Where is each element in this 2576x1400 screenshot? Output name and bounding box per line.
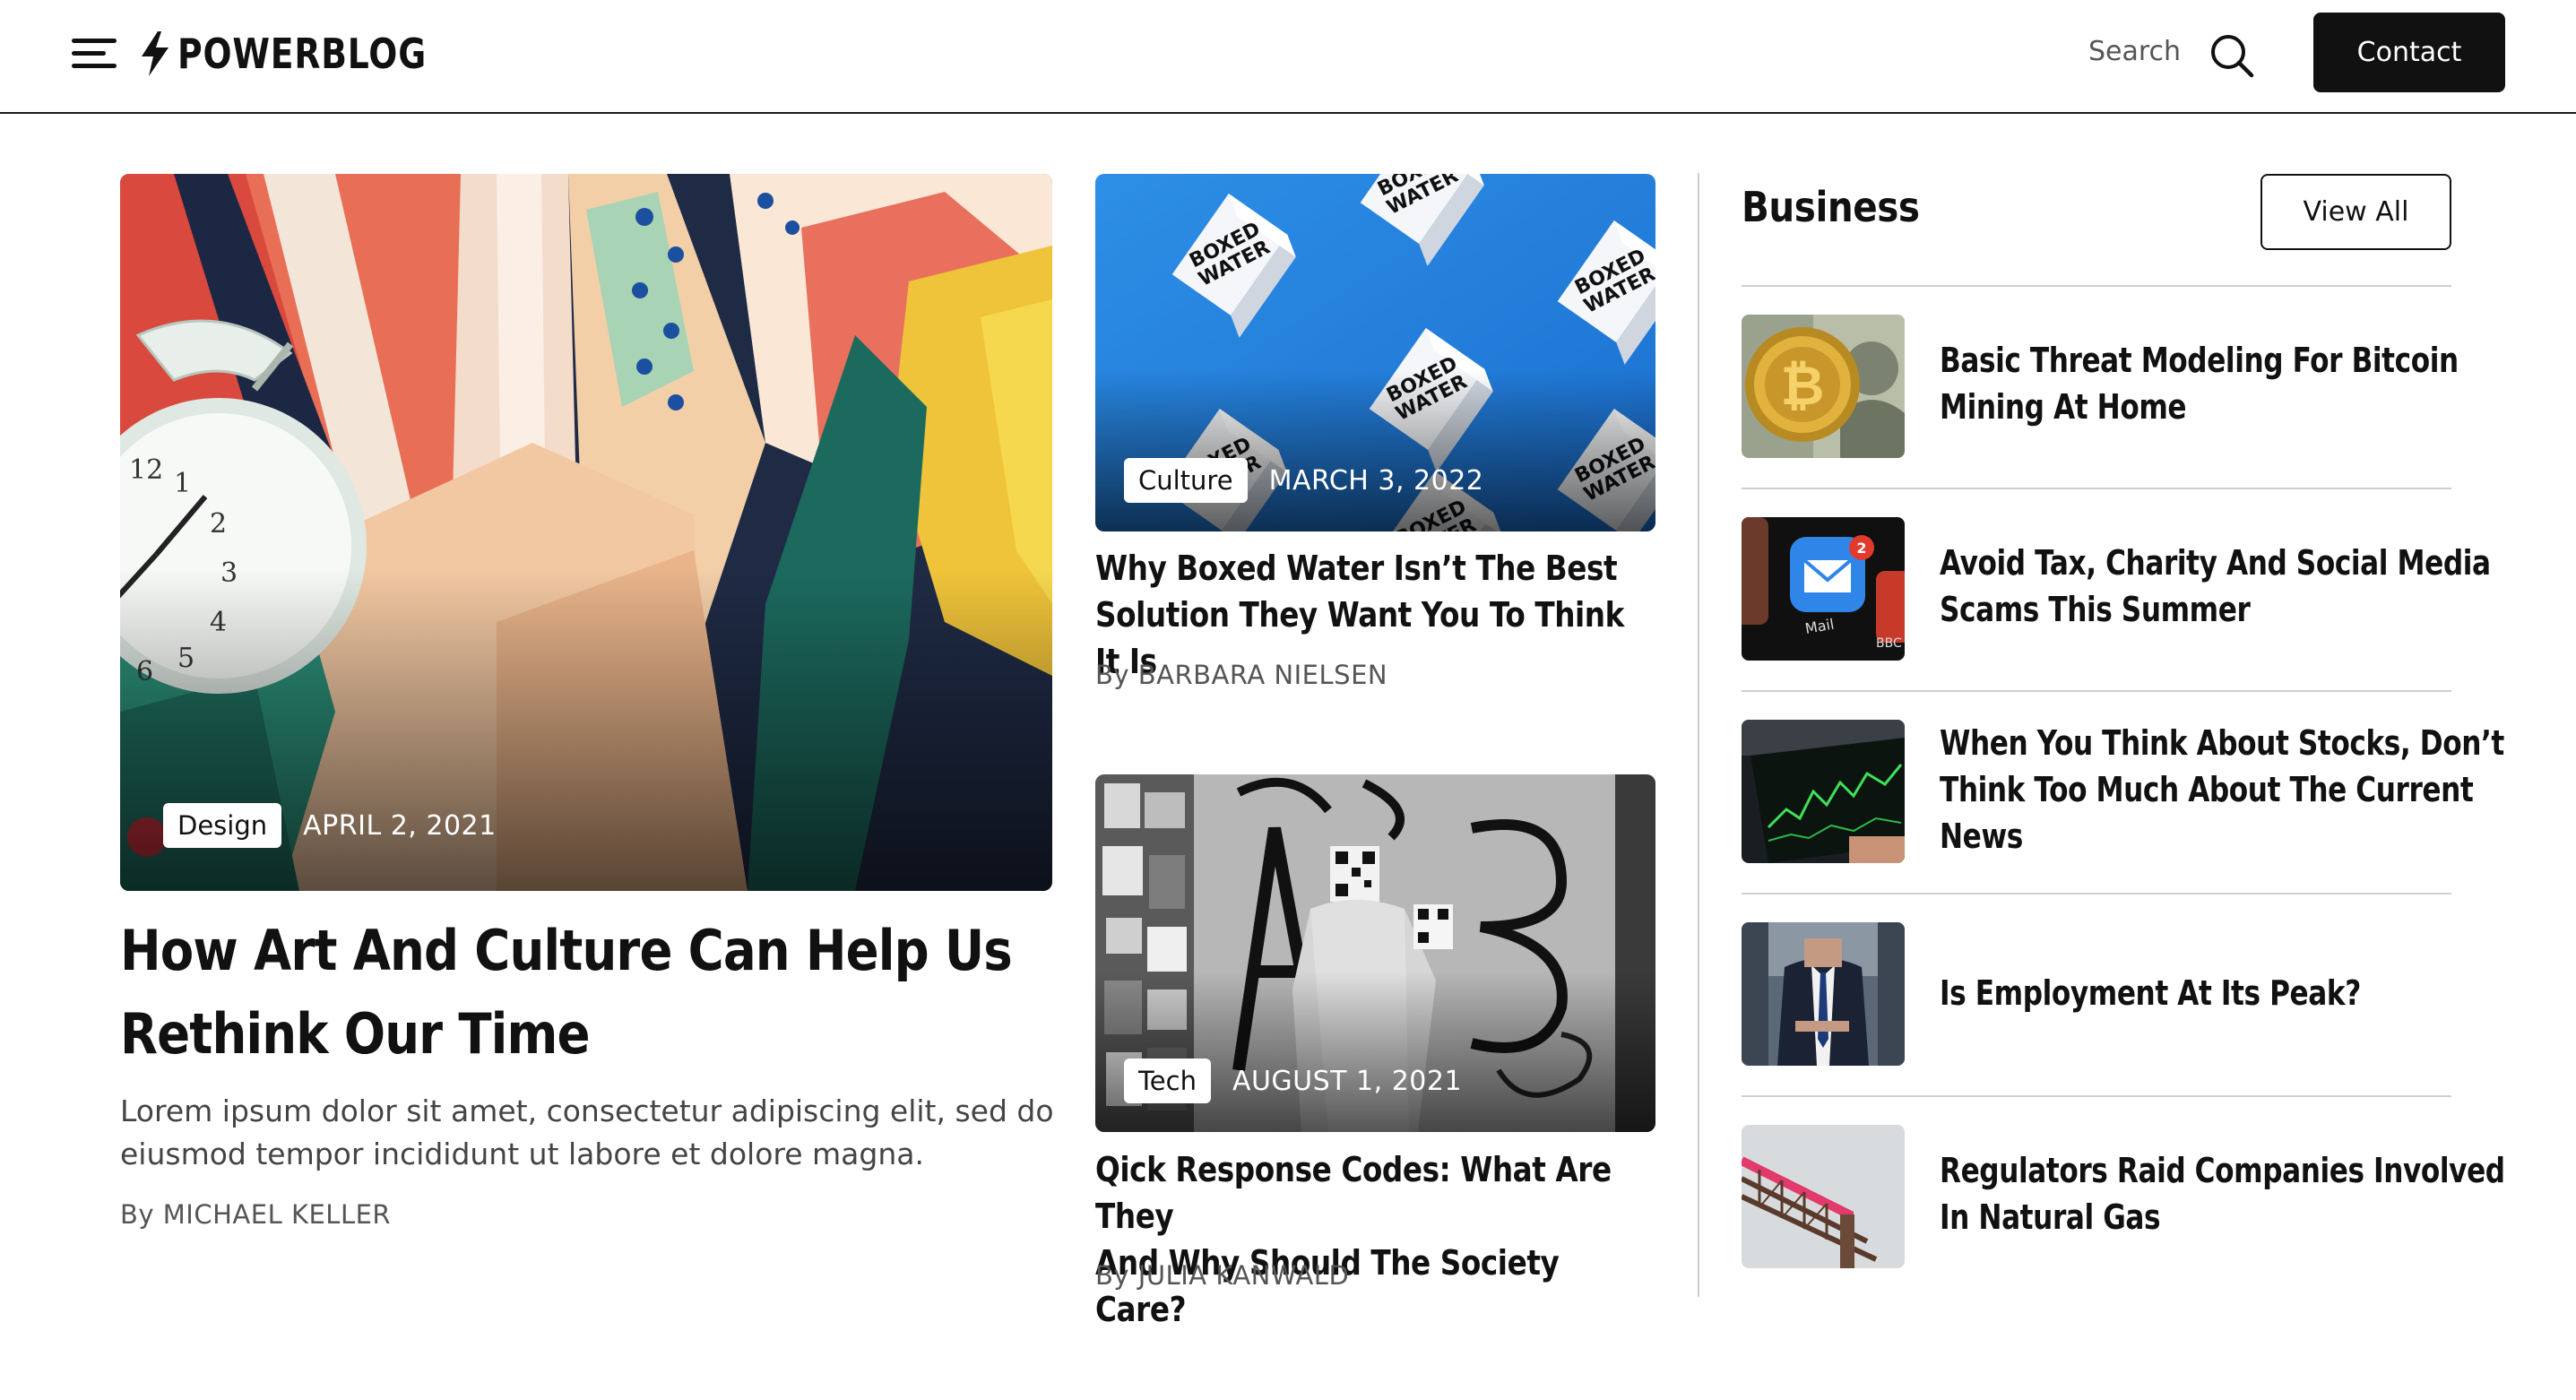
- contact-button[interactable]: Contact: [2313, 13, 2505, 92]
- hamburger-menu-icon[interactable]: [72, 36, 118, 72]
- excerpt-line: eiusmod tempor incididunt ut labore et d…: [120, 1136, 924, 1171]
- mail-app-image: 2 Mail BBC: [1742, 517, 1905, 661]
- brand-name: POWERBLOG: [177, 30, 427, 78]
- featured-article-meta: Design APRIL 2, 2021: [163, 803, 497, 848]
- author-link[interactable]: MICHAEL KELLER: [163, 1199, 391, 1230]
- featured-article-image[interactable]: 12 1 2 3 4 5 6 Design APRIL 2, 2021: [120, 174, 1052, 891]
- business-list-item[interactable]: ₿ Basic Threat Modeling For Bitcoin Mini…: [1742, 315, 2459, 458]
- category-tag[interactable]: Tech: [1124, 1059, 1211, 1103]
- author-link[interactable]: JULIA KANWALD: [1138, 1260, 1350, 1291]
- article-date: AUGUST 1, 2021: [1232, 1065, 1463, 1097]
- title-line: Mining At Home: [1940, 387, 2187, 427]
- author-link[interactable]: BARBARA NIELSEN: [1138, 660, 1387, 690]
- bitcoin-coin-image: ₿: [1742, 315, 1905, 458]
- svg-text:12: 12: [129, 454, 163, 486]
- view-all-button[interactable]: View All: [2260, 174, 2451, 250]
- title-line: Avoid Tax, Charity And Social Media: [1940, 543, 2491, 583]
- article-byline: By JULIA KANWALD: [1095, 1260, 1349, 1291]
- article-image-qr-code[interactable]: Tech AUGUST 1, 2021: [1095, 774, 1655, 1132]
- featured-article-title[interactable]: How Art And Culture Can Help Us Rethink …: [120, 909, 1067, 1076]
- title-line: Qick Response Codes: What Are They: [1095, 1150, 1612, 1236]
- title-line: When You Think About Stocks, Don’t: [1940, 723, 2504, 763]
- title-line: Is Employment At Its Peak?: [1940, 973, 2361, 1013]
- section-heading-business: Business: [1742, 183, 1920, 231]
- svg-text:2: 2: [1856, 540, 1866, 557]
- separator: [1742, 285, 2451, 287]
- title-line: How Art And Culture Can Help Us: [120, 918, 1013, 983]
- title-line: News: [1940, 817, 2023, 856]
- separator: [1742, 690, 2451, 692]
- column-divider: [1698, 173, 1699, 1297]
- businessman-image: [1742, 922, 1905, 1066]
- article-image-boxed-water[interactable]: BOXED WATER Culture MARCH 3, 2022: [1095, 174, 1655, 531]
- lightning-bolt-icon: [142, 31, 169, 76]
- search-label[interactable]: Search: [2088, 36, 2181, 67]
- title-line: Regulators Raid Companies Involved: [1940, 1151, 2505, 1190]
- pipeline-image: [1742, 1125, 1905, 1268]
- separator: [1742, 488, 2451, 489]
- category-tag[interactable]: Design: [163, 803, 282, 848]
- title-line: Scams This Summer: [1940, 590, 2251, 629]
- search-icon[interactable]: [2207, 30, 2257, 81]
- by-label: By: [120, 1199, 155, 1230]
- featured-article-byline: By MICHAEL KELLER: [120, 1199, 391, 1230]
- separator: [1742, 1095, 2451, 1097]
- by-label: By: [1095, 660, 1130, 690]
- article-title[interactable]: Qick Response Codes: What Are They And W…: [1095, 1146, 1650, 1333]
- svg-text:BBC: BBC: [1876, 636, 1902, 651]
- separator: [1742, 893, 2451, 894]
- featured-article-excerpt: Lorem ipsum dolor sit amet, consectetur …: [120, 1090, 1106, 1176]
- article-meta: Culture MARCH 3, 2022: [1124, 458, 1483, 503]
- article-date: MARCH 3, 2022: [1268, 464, 1484, 497]
- by-label: By: [1095, 1260, 1130, 1291]
- site-logo[interactable]: POWERBLOG: [140, 29, 481, 79]
- article-byline: By BARBARA NIELSEN: [1095, 660, 1387, 690]
- title-line: Rethink Our Time: [120, 1001, 590, 1067]
- title-line: In Natural Gas: [1940, 1197, 2161, 1237]
- business-list-item[interactable]: Regulators Raid Companies Involved In Na…: [1742, 1125, 2505, 1268]
- site-header: POWERBLOG Search Contact: [0, 0, 2576, 114]
- business-list-item[interactable]: 2 Mail BBC Avoid Tax, Charity And Social…: [1742, 517, 2491, 661]
- article-meta: Tech AUGUST 1, 2021: [1124, 1059, 1462, 1103]
- title-line: Why Boxed Water Isn’t The Best: [1095, 549, 1618, 588]
- article-date: APRIL 2, 2021: [303, 809, 497, 842]
- svg-text:2: 2: [210, 508, 227, 540]
- business-list-item[interactable]: Is Employment At Its Peak?: [1742, 922, 2451, 1066]
- business-list-item[interactable]: When You Think About Stocks, Don’t Think…: [1742, 720, 2504, 863]
- category-tag[interactable]: Culture: [1124, 458, 1248, 503]
- title-line: Basic Threat Modeling For Bitcoin: [1940, 341, 2459, 380]
- excerpt-line: Lorem ipsum dolor sit amet, consectetur …: [120, 1093, 1054, 1128]
- stock-chart-image: [1742, 720, 1905, 863]
- title-line: Think Too Much About The Current: [1940, 770, 2474, 809]
- svg-text:1: 1: [174, 468, 191, 499]
- svg-text:₿: ₿: [1781, 355, 1825, 418]
